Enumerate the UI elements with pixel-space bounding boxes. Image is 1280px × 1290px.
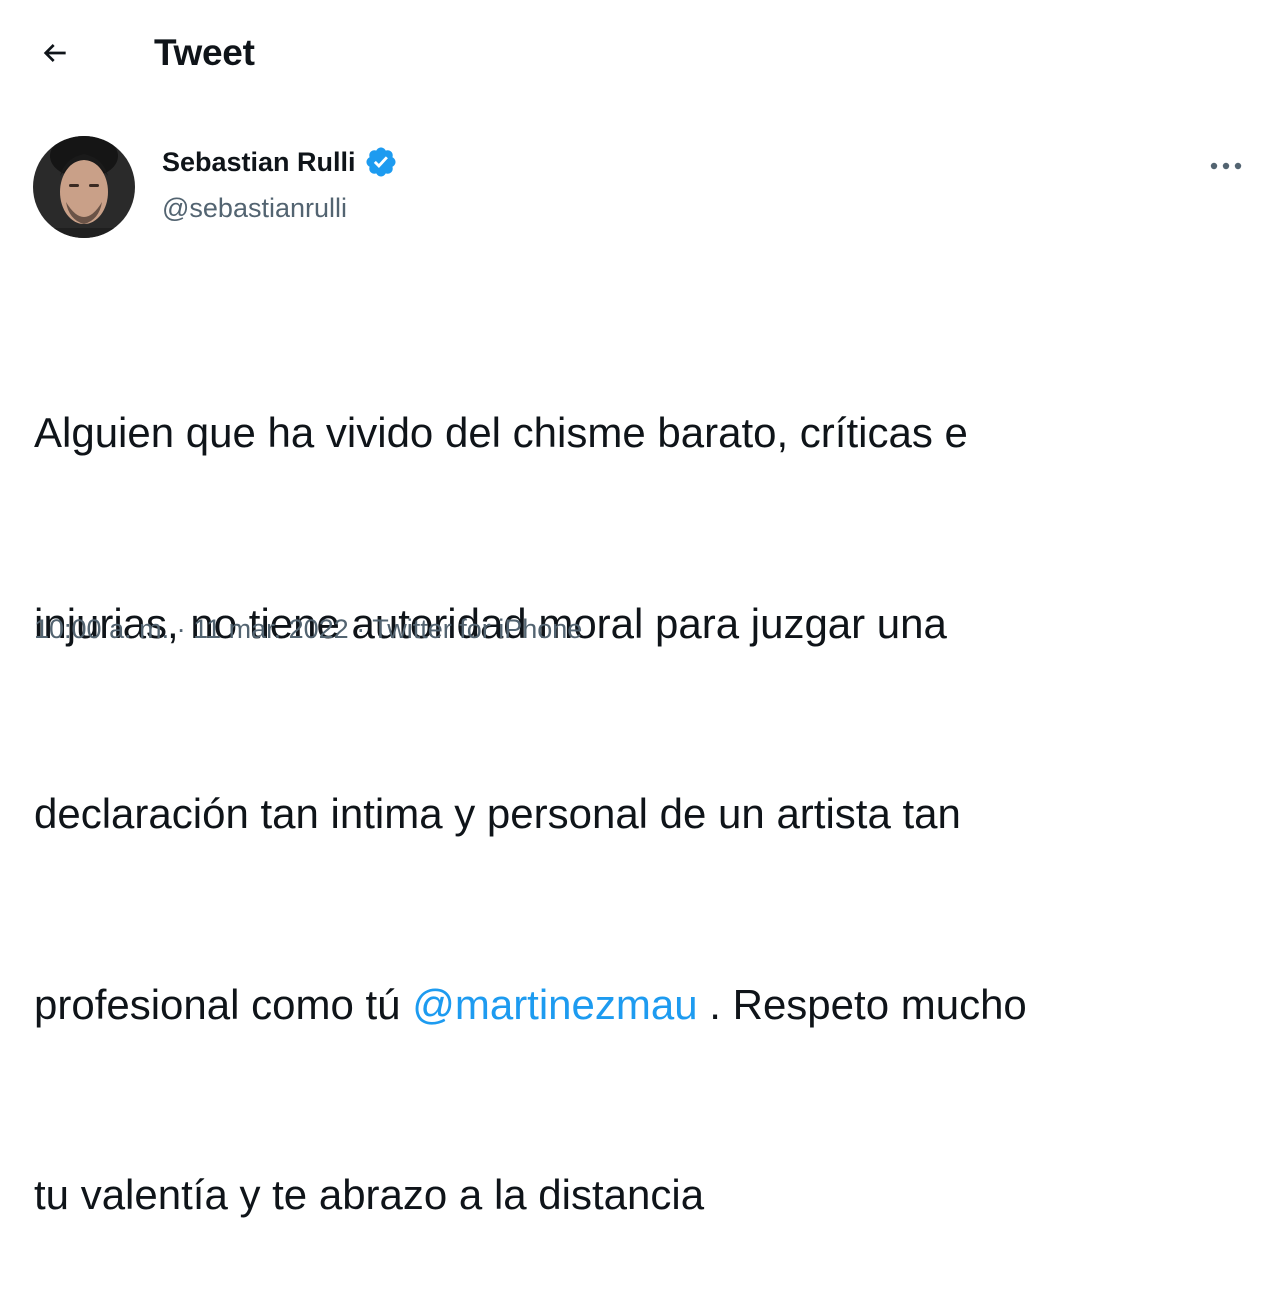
- avatar[interactable]: [33, 136, 135, 238]
- mention-link[interactable]: @martinezmau: [412, 981, 697, 1028]
- tweet-header: Tweet: [0, 0, 1280, 108]
- tweet-text-segment: . Respeto mucho: [697, 980, 1027, 1028]
- tweet-source[interactable]: Twitter for iPhone: [372, 614, 582, 644]
- author-handle[interactable]: @sebastianrulli: [162, 190, 347, 226]
- page-title: Tweet: [154, 32, 255, 73]
- tweet-time[interactable]: 10:00 a. m.: [34, 614, 169, 644]
- verified-badge-icon: [366, 147, 396, 177]
- avatar-image: [33, 136, 135, 238]
- more-options-button[interactable]: [1203, 146, 1249, 186]
- tweet-text: Alguien que ha vivido del chisme barato,…: [34, 274, 1234, 1290]
- tweet-text-line: tu valentía y te abrazo a la distancia: [34, 1171, 705, 1218]
- tweet-text-line: Alguien que ha vivido del chisme barato,…: [34, 409, 968, 456]
- more-horizontal-icon: [1210, 162, 1242, 170]
- meta-separator: ·: [169, 614, 194, 644]
- back-button[interactable]: [30, 28, 80, 78]
- author-display-name[interactable]: Sebastian Rulli: [162, 144, 356, 180]
- arrow-left-icon: [43, 44, 66, 62]
- tweet-text-line: declaración tan intima y personal de un …: [34, 790, 961, 837]
- tweet-text-line: profesional como tú @martinezmau . Respe…: [34, 973, 1234, 1037]
- tweet-text-segment: profesional como tú: [34, 980, 413, 1028]
- tweet-meta: 10:00 a. m. · 11 mar. 2022 · Twitter for…: [34, 610, 582, 648]
- author-name-row: Sebastian Rulli: [162, 144, 398, 180]
- tweet-author: Sebastian Rulli @sebastianrulli: [0, 128, 1280, 248]
- meta-separator: ·: [348, 614, 373, 644]
- tweet-date[interactable]: 11 mar. 2022: [193, 614, 349, 644]
